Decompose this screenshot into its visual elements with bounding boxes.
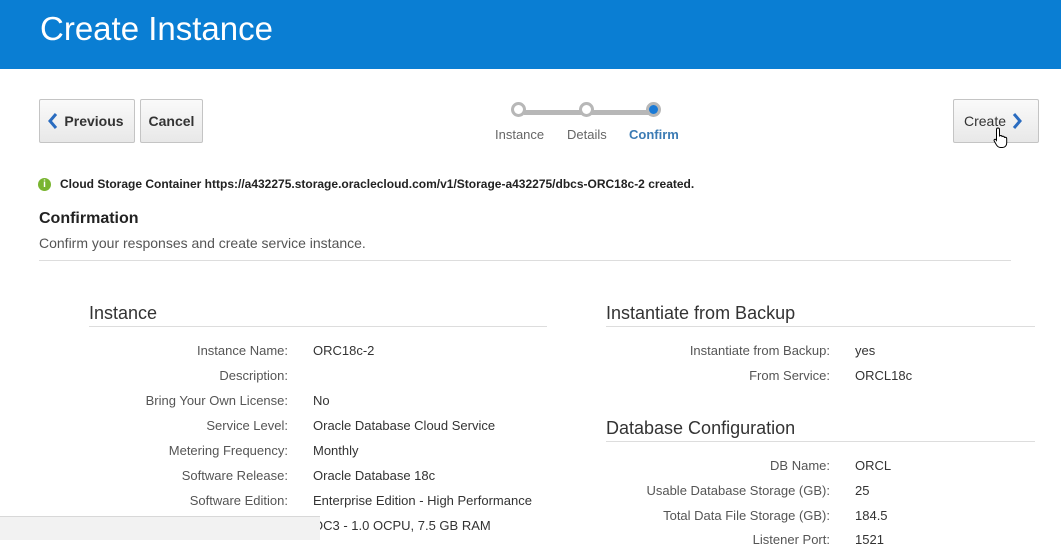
detail-value: 184.5 [855, 508, 888, 523]
detail-value: No [313, 393, 330, 408]
detail-value: Monthly [313, 443, 359, 458]
train-step-instance-dot[interactable] [511, 102, 526, 117]
train-step-instance-label[interactable]: Instance [495, 127, 544, 142]
previous-button-label: Previous [64, 113, 124, 129]
detail-label: Instantiate from Backup: [689, 343, 830, 358]
detail-label: DB Name: [770, 458, 830, 473]
info-icon: i [38, 177, 51, 191]
detail-value: ORCL18c [855, 368, 913, 383]
detail-label: Description: [219, 368, 288, 383]
detail-label: Listener Port: [752, 532, 830, 547]
cancel-button-label: Cancel [148, 113, 195, 129]
detail-label: Total Data File Storage (GB): [663, 508, 830, 523]
detail-label: Instance Name: [196, 343, 288, 358]
backup-section-title: Instantiate from Backup [606, 303, 796, 323]
detail-value: Oracle Database 18c [313, 468, 436, 483]
detail-value: yes [855, 343, 876, 358]
section-divider [606, 326, 1035, 327]
cancel-button[interactable]: Cancel [140, 99, 203, 143]
train-connector [524, 110, 584, 115]
train-step-confirm-label: Confirm [629, 127, 679, 142]
train-step-details-dot[interactable] [579, 102, 594, 117]
info-message-text: Cloud Storage Container https://a432275.… [60, 177, 695, 191]
page-header: Create Instance [0, 0, 1061, 69]
section-divider [606, 441, 1035, 442]
chevron-left-icon [48, 113, 58, 129]
detail-label: Bring Your Own License: [145, 393, 288, 408]
detail-value: ORCL [855, 458, 892, 473]
detail-label: Metering Frequency: [168, 443, 288, 458]
detail-value: Oracle Database Cloud Service [313, 418, 496, 433]
browser-status-bar [0, 516, 320, 540]
confirmation-subtitle: Confirm your responses and create servic… [39, 235, 366, 251]
instance-section-title: Instance [89, 303, 158, 323]
train-step-confirm-dot [646, 102, 661, 117]
detail-value: OC3 - 1.0 OCPU, 7.5 GB RAM [313, 518, 491, 533]
detail-label: Software Edition: [189, 493, 288, 508]
divider [39, 260, 1011, 261]
detail-label: Software Release: [181, 468, 288, 483]
detail-label: Service Level: [206, 418, 288, 433]
train-step-details-label[interactable]: Details [567, 127, 607, 142]
train-connector [590, 110, 650, 115]
section-divider [89, 326, 547, 327]
previous-button[interactable]: Previous [39, 99, 135, 143]
info-message: i Cloud Storage Container https://a43227… [38, 177, 694, 191]
detail-value: 1521 [855, 532, 884, 547]
chevron-right-icon [1012, 113, 1022, 129]
detail-label: Usable Database Storage (GB): [646, 483, 830, 498]
hand-cursor-icon [993, 127, 1009, 154]
detail-label: From Service: [749, 368, 830, 383]
detail-value: Enterprise Edition - High Performance [313, 493, 532, 508]
step-train: Instance Details Confirm [490, 100, 690, 145]
detail-value: ORC18c-2 [313, 343, 375, 358]
dbconfig-section-title: Database Configuration [606, 418, 796, 438]
detail-value: 25 [855, 483, 870, 498]
confirmation-title: Confirmation [39, 210, 139, 227]
page-title: Create Instance [40, 10, 273, 47]
